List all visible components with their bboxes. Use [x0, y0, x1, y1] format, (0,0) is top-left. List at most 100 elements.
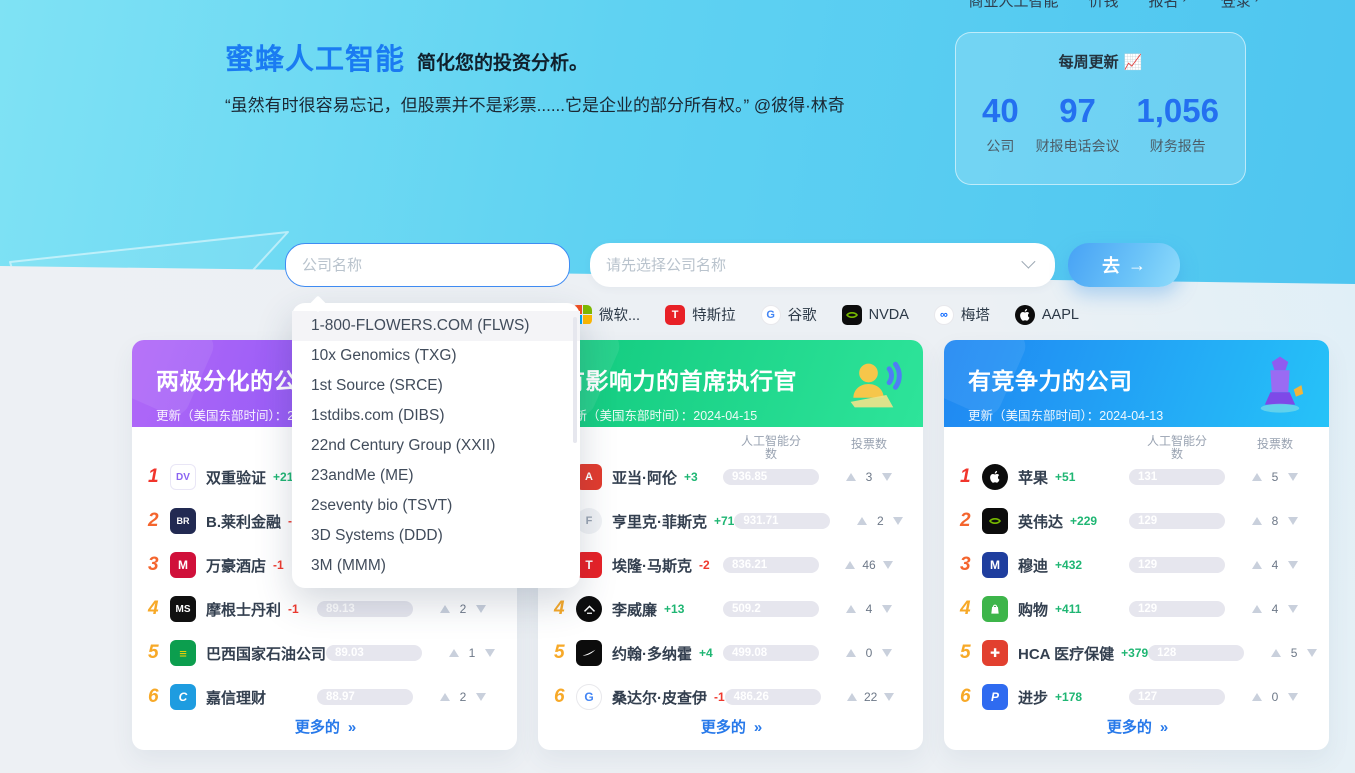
ai-score-bar: 499.08: [723, 645, 819, 661]
ranking-row[interactable]: 1苹果+511315: [944, 455, 1329, 499]
chess-queen-icon: [1247, 351, 1313, 417]
upvote-icon[interactable]: [847, 693, 857, 701]
vote-count: 3: [863, 470, 875, 484]
ranking-row[interactable]: 5约翰·多纳霍+4499.080: [538, 631, 923, 675]
ranking-row[interactable]: 5✚HCA 医疗保健+3791285: [944, 631, 1329, 675]
ranking-row[interactable]: 1A亚当·阿伦+3936.853: [538, 455, 923, 499]
more-link[interactable]: 更多的»: [538, 716, 923, 737]
dropdown-scrollbar[interactable]: [573, 317, 577, 443]
downvote-icon[interactable]: [883, 561, 893, 569]
upvote-icon[interactable]: [846, 649, 856, 657]
ranking-card-2: 有影响力的首席执行官更新（美国东部时间）：2024-04-15人工智能分数投票数…: [538, 340, 923, 750]
upvote-icon[interactable]: [845, 561, 855, 569]
vote-controls: 8: [1239, 514, 1311, 528]
nav-item-3[interactable]: 报名↗: [1149, 0, 1191, 11]
dropdown-item[interactable]: 23andMe (ME): [292, 461, 580, 491]
downvote-icon[interactable]: [882, 649, 892, 657]
downvote-icon[interactable]: [476, 693, 486, 701]
upvote-icon[interactable]: [857, 517, 867, 525]
company-chip-1[interactable]: 微软...: [572, 304, 640, 325]
company-select-input[interactable]: [590, 243, 1055, 287]
company-name-input[interactable]: [285, 243, 570, 287]
ranking-rows: 1A亚当·阿伦+3936.8532F亨里克·菲斯克+71931.7123T埃隆·…: [538, 455, 923, 719]
upvote-icon[interactable]: [1252, 517, 1262, 525]
company-name: 亨里克·菲斯克: [612, 511, 707, 532]
more-link[interactable]: 更多的»: [132, 716, 517, 737]
upvote-icon[interactable]: [1252, 605, 1262, 613]
upvote-icon[interactable]: [846, 605, 856, 613]
ai-score-value: 509.2: [732, 601, 761, 617]
upvote-icon[interactable]: [440, 605, 450, 613]
brand-title: 蜜蜂人工智能: [225, 36, 405, 78]
rank-change-badge: +21: [273, 470, 293, 484]
company-chip-4[interactable]: NVDA: [842, 305, 909, 325]
ranking-row[interactable]: 3M穆迪+4321294: [944, 543, 1329, 587]
company-chip-2[interactable]: T特斯拉: [665, 304, 736, 325]
ai-score-bar: 509.2: [723, 601, 819, 617]
upvote-icon[interactable]: [1252, 693, 1262, 701]
dropdown-item[interactable]: 2seventy bio (TSVT): [292, 491, 580, 521]
company-chip-5[interactable]: ∞梅塔: [934, 304, 990, 325]
company-name: 英伟达: [1018, 511, 1063, 532]
nav-item-label: 登录: [1221, 0, 1251, 11]
nav-item-label: 商业人工智能: [969, 0, 1059, 11]
ranking-row[interactable]: 4李威廉+13509.24: [538, 587, 923, 631]
company-logo-icon: ✚: [982, 640, 1008, 666]
nav-item-1[interactable]: 商业人工智能: [969, 0, 1059, 11]
downvote-icon[interactable]: [476, 605, 486, 613]
downvote-icon[interactable]: [882, 605, 892, 613]
ranking-row[interactable]: 4MS摩根士丹利-189.132: [132, 587, 517, 631]
dropdown-item[interactable]: 1stdibs.com (DIBS): [292, 401, 580, 431]
ranking-row[interactable]: 5≡巴西国家石油公司89.031: [132, 631, 517, 675]
ranking-row[interactable]: 6G桑达尔·皮查伊-1486.2622: [538, 675, 923, 719]
go-button[interactable]: 去 →: [1068, 243, 1180, 287]
ranking-row[interactable]: 6P进步+1781270: [944, 675, 1329, 719]
downvote-icon[interactable]: [884, 693, 894, 701]
downvote-icon[interactable]: [1288, 605, 1298, 613]
dropdown-item[interactable]: 22nd Century Group (XXII): [292, 431, 580, 461]
nav-item-4[interactable]: 登录↗: [1221, 0, 1263, 11]
ranking-row[interactable]: 3T埃隆·马斯克-2836.2146: [538, 543, 923, 587]
downvote-icon[interactable]: [1288, 517, 1298, 525]
downvote-icon[interactable]: [1288, 473, 1298, 481]
rank-number: 4: [148, 598, 170, 620]
upvote-icon[interactable]: [846, 473, 856, 481]
upvote-icon[interactable]: [449, 649, 459, 657]
ranking-row[interactable]: 4购物+4111294: [944, 587, 1329, 631]
stat-label: 财务报告: [1136, 136, 1219, 156]
dropdown-item[interactable]: 1st Source (SRCE): [292, 371, 580, 401]
ai-score-value: 129: [1138, 513, 1157, 529]
rank-change-badge: +178: [1055, 690, 1082, 704]
downvote-icon[interactable]: [893, 517, 903, 525]
downvote-icon[interactable]: [1288, 693, 1298, 701]
more-link-label: 更多的: [1107, 719, 1152, 736]
ranking-row[interactable]: 6C嘉信理财88.972: [132, 675, 517, 719]
company-name: 进步: [1018, 687, 1048, 708]
dropdown-item[interactable]: 3D Systems (DDD): [292, 521, 580, 551]
company-chip-3[interactable]: G谷歌: [761, 304, 817, 325]
rank-change-badge: +411: [1055, 602, 1081, 616]
votes-column-header: 投票数: [833, 435, 905, 453]
upvote-icon[interactable]: [1252, 473, 1262, 481]
dropdown-item[interactable]: 1-800-FLOWERS.COM (FLWS): [292, 311, 580, 341]
nav-item-2[interactable]: 价钱: [1089, 0, 1119, 11]
dropdown-item[interactable]: 3M (MMM): [292, 551, 580, 581]
upvote-icon[interactable]: [1252, 561, 1262, 569]
downvote-icon[interactable]: [882, 473, 892, 481]
ai-score-value: 129: [1138, 557, 1157, 573]
ranking-row[interactable]: 2英伟达+2291298: [944, 499, 1329, 543]
ranking-row[interactable]: 2F亨里克·菲斯克+71931.712: [538, 499, 923, 543]
downvote-icon[interactable]: [1288, 561, 1298, 569]
dropdown-item[interactable]: 10x Genomics (TXG): [292, 341, 580, 371]
upvote-icon[interactable]: [440, 693, 450, 701]
upvote-icon[interactable]: [1271, 649, 1281, 657]
more-link[interactable]: 更多的»: [944, 716, 1329, 737]
downvote-icon[interactable]: [485, 649, 495, 657]
chart-increasing-icon: 📈: [1124, 54, 1143, 71]
stat-value: 40: [982, 94, 1019, 128]
company-chip-6[interactable]: AAPL: [1015, 305, 1079, 325]
downvote-icon[interactable]: [1307, 649, 1317, 657]
vote-controls: 1: [436, 646, 508, 660]
ai-score-value: 89.13: [326, 601, 355, 617]
company-logo-icon-glyph: M: [178, 558, 188, 572]
